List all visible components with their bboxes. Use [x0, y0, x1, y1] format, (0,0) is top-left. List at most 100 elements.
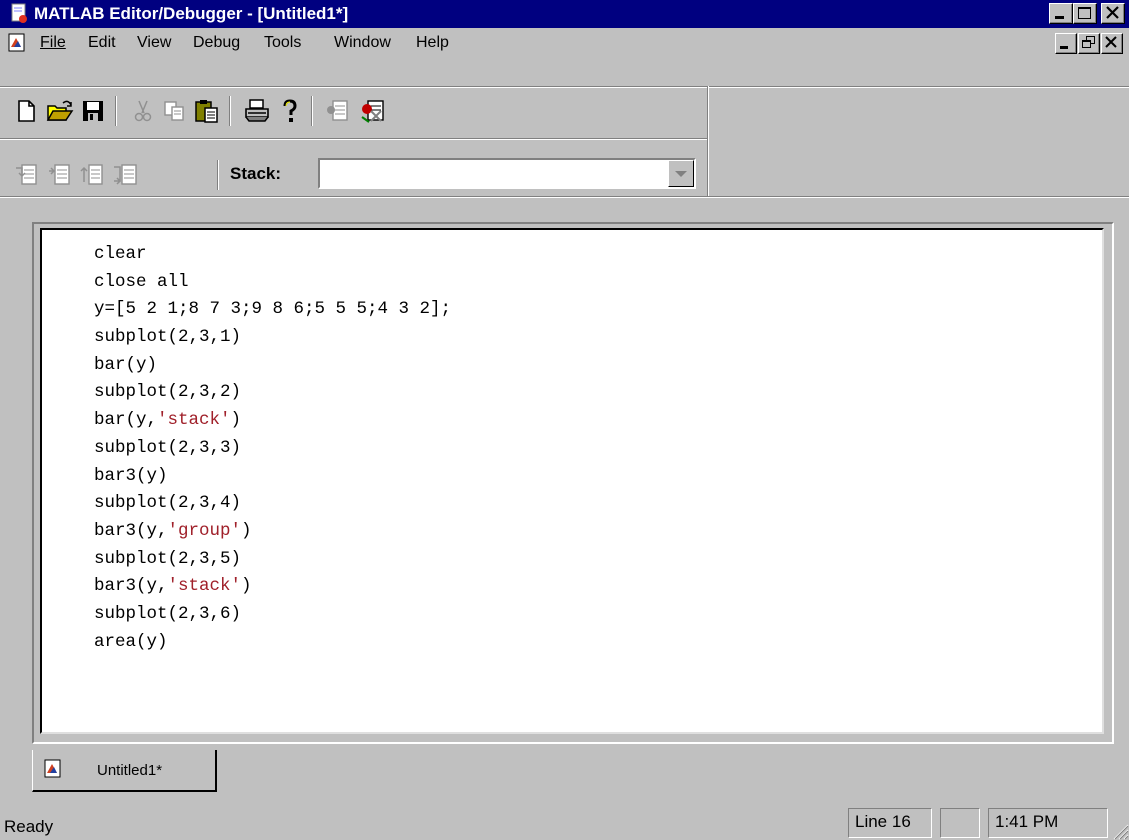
code-token: clear	[94, 244, 147, 264]
stack-dropdown-button[interactable]	[668, 160, 694, 187]
copy-icon	[164, 101, 184, 121]
code-token: )	[241, 520, 252, 541]
print-button[interactable]	[243, 98, 269, 124]
toolbar-separator	[217, 160, 219, 190]
code-token: )	[241, 576, 252, 597]
code-line[interactable]: subplot(2,3,2)	[94, 379, 451, 407]
code-token: subplot(2,3,5)	[94, 548, 242, 569]
set-clear-breakpoint-icon	[327, 100, 348, 121]
doc-close-button[interactable]	[1101, 33, 1123, 54]
minimize-button[interactable]	[1049, 3, 1073, 24]
code-token: area(y)	[94, 631, 168, 652]
tab-untitled1[interactable]: Untitled1*	[32, 750, 217, 792]
menu-bar: File Edit View Debug Tools Window Help	[0, 28, 1129, 58]
code-token: subplot(2,3,6)	[94, 603, 242, 624]
code-line[interactable]: subplot(2,3,1)	[94, 324, 451, 352]
code-token: subplot(2,3,2)	[94, 382, 242, 403]
code-token: subplot(2,3,4)	[94, 493, 242, 514]
chevron-down-icon	[675, 171, 687, 177]
code-token: )	[230, 410, 242, 431]
code-token: close all	[94, 271, 189, 292]
menu-file[interactable]: File	[40, 33, 66, 53]
paste-button[interactable]	[193, 97, 219, 123]
title-bar[interactable]: MATLAB Editor/Debugger - [Untitled1*]	[0, 0, 1129, 28]
code-line[interactable]: subplot(2,3,3)	[94, 435, 451, 463]
menu-window[interactable]: Window	[334, 33, 391, 53]
m-file-icon	[44, 759, 61, 778]
code-line[interactable]: bar3(y)	[94, 463, 451, 491]
resize-grip-icon[interactable]	[1111, 822, 1129, 840]
menu-view[interactable]: View	[137, 33, 171, 53]
close-icon	[1106, 6, 1119, 19]
save-icon	[83, 101, 103, 121]
stack-label: Stack:	[230, 164, 282, 183]
set-breakpoint-button[interactable]	[325, 98, 351, 124]
help-icon	[283, 99, 297, 122]
tab-label: Untitled1*	[97, 762, 163, 779]
close-button[interactable]	[1101, 3, 1125, 24]
code-line[interactable]: bar3(y,'stack')	[94, 573, 451, 601]
menu-edit[interactable]: Edit	[88, 33, 116, 53]
new-file-button[interactable]	[14, 98, 40, 124]
code-line[interactable]: clear	[94, 241, 451, 269]
code-text[interactable]: clear close all y=[5 2 1;8 7 3;9 8 6;5 5 5…	[94, 241, 451, 656]
minimize-icon	[1055, 16, 1064, 19]
open-button[interactable]	[46, 98, 74, 124]
new-file-icon	[18, 100, 35, 122]
step-out-button[interactable]	[80, 162, 106, 188]
string-literal: 'group'	[167, 520, 242, 541]
code-line[interactable]: area(y)	[94, 629, 451, 657]
code-token: subplot(2,3,1)	[94, 327, 242, 348]
code-token: bar(y)	[94, 354, 158, 375]
step-in-icon	[16, 164, 37, 185]
maximize-icon	[1078, 7, 1091, 19]
clear-breakpoints-button[interactable]	[359, 97, 385, 123]
toolbar-divider	[707, 86, 709, 196]
code-line[interactable]: y=[5 2 1;8 7 3;9 8 6;5 5 5;4 3 2];	[94, 296, 451, 324]
status-blank	[940, 808, 980, 838]
step-in-button[interactable]	[14, 162, 40, 188]
code-line[interactable]: bar(y,'stack')	[94, 407, 451, 435]
code-line[interactable]: subplot(2,3,5)	[94, 546, 451, 574]
matlab-editor-window: MATLAB Editor/Debugger - [Untitled1*] Fi…	[0, 0, 1129, 840]
maximize-button[interactable]	[1073, 3, 1097, 24]
code-line[interactable]: subplot(2,3,6)	[94, 601, 451, 629]
code-line[interactable]: close all	[94, 269, 451, 297]
minimize-icon	[1060, 46, 1068, 49]
code-token: bar(y,	[94, 410, 158, 431]
save-button[interactable]	[80, 98, 106, 124]
open-folder-icon	[46, 100, 74, 121]
menu-tools[interactable]: Tools	[264, 33, 301, 53]
menu-debug[interactable]: Debug	[193, 33, 240, 53]
code-line[interactable]: subplot(2,3,4)	[94, 490, 451, 518]
menu-help[interactable]: Help	[416, 33, 449, 53]
close-icon	[1105, 36, 1117, 48]
continue-icon	[114, 164, 137, 185]
doc-restore-button[interactable]	[1078, 33, 1100, 54]
continue-button[interactable]	[112, 162, 138, 188]
code-line[interactable]: bar(y)	[94, 352, 451, 380]
doc-minimize-button[interactable]	[1055, 33, 1077, 54]
clear-all-breakpoints-icon	[361, 100, 384, 123]
code-line[interactable]: bar3(y,'group')	[94, 518, 451, 546]
string-literal: 'stack'	[157, 410, 231, 431]
code-editor[interactable]: clear close all y=[5 2 1;8 7 3;9 8 6;5 5 5…	[40, 228, 1104, 734]
cut-button[interactable]	[130, 98, 156, 124]
code-token: bar3(y,	[94, 520, 168, 541]
code-token: subplot(2,3,3)	[94, 437, 242, 458]
code-token: y=[5 2 1;8 7 3;9 8 6;5 5 5;4 3 2];	[94, 299, 452, 320]
document-icon[interactable]	[8, 33, 26, 53]
stack-dropdown[interactable]	[318, 158, 696, 189]
print-icon	[245, 99, 269, 122]
step-button[interactable]	[47, 162, 73, 188]
window-title: MATLAB Editor/Debugger - [Untitled1*]	[34, 4, 349, 23]
copy-button[interactable]	[162, 98, 188, 124]
help-button[interactable]	[277, 98, 303, 124]
paste-icon	[195, 100, 218, 123]
toolbar-divider	[0, 86, 1129, 88]
toolbar-separator	[229, 96, 231, 126]
restore-icon	[1082, 36, 1095, 48]
step-out-icon	[80, 164, 103, 185]
matlab-app-icon[interactable]	[10, 3, 30, 25]
status-time: 1:41 PM	[988, 808, 1108, 838]
